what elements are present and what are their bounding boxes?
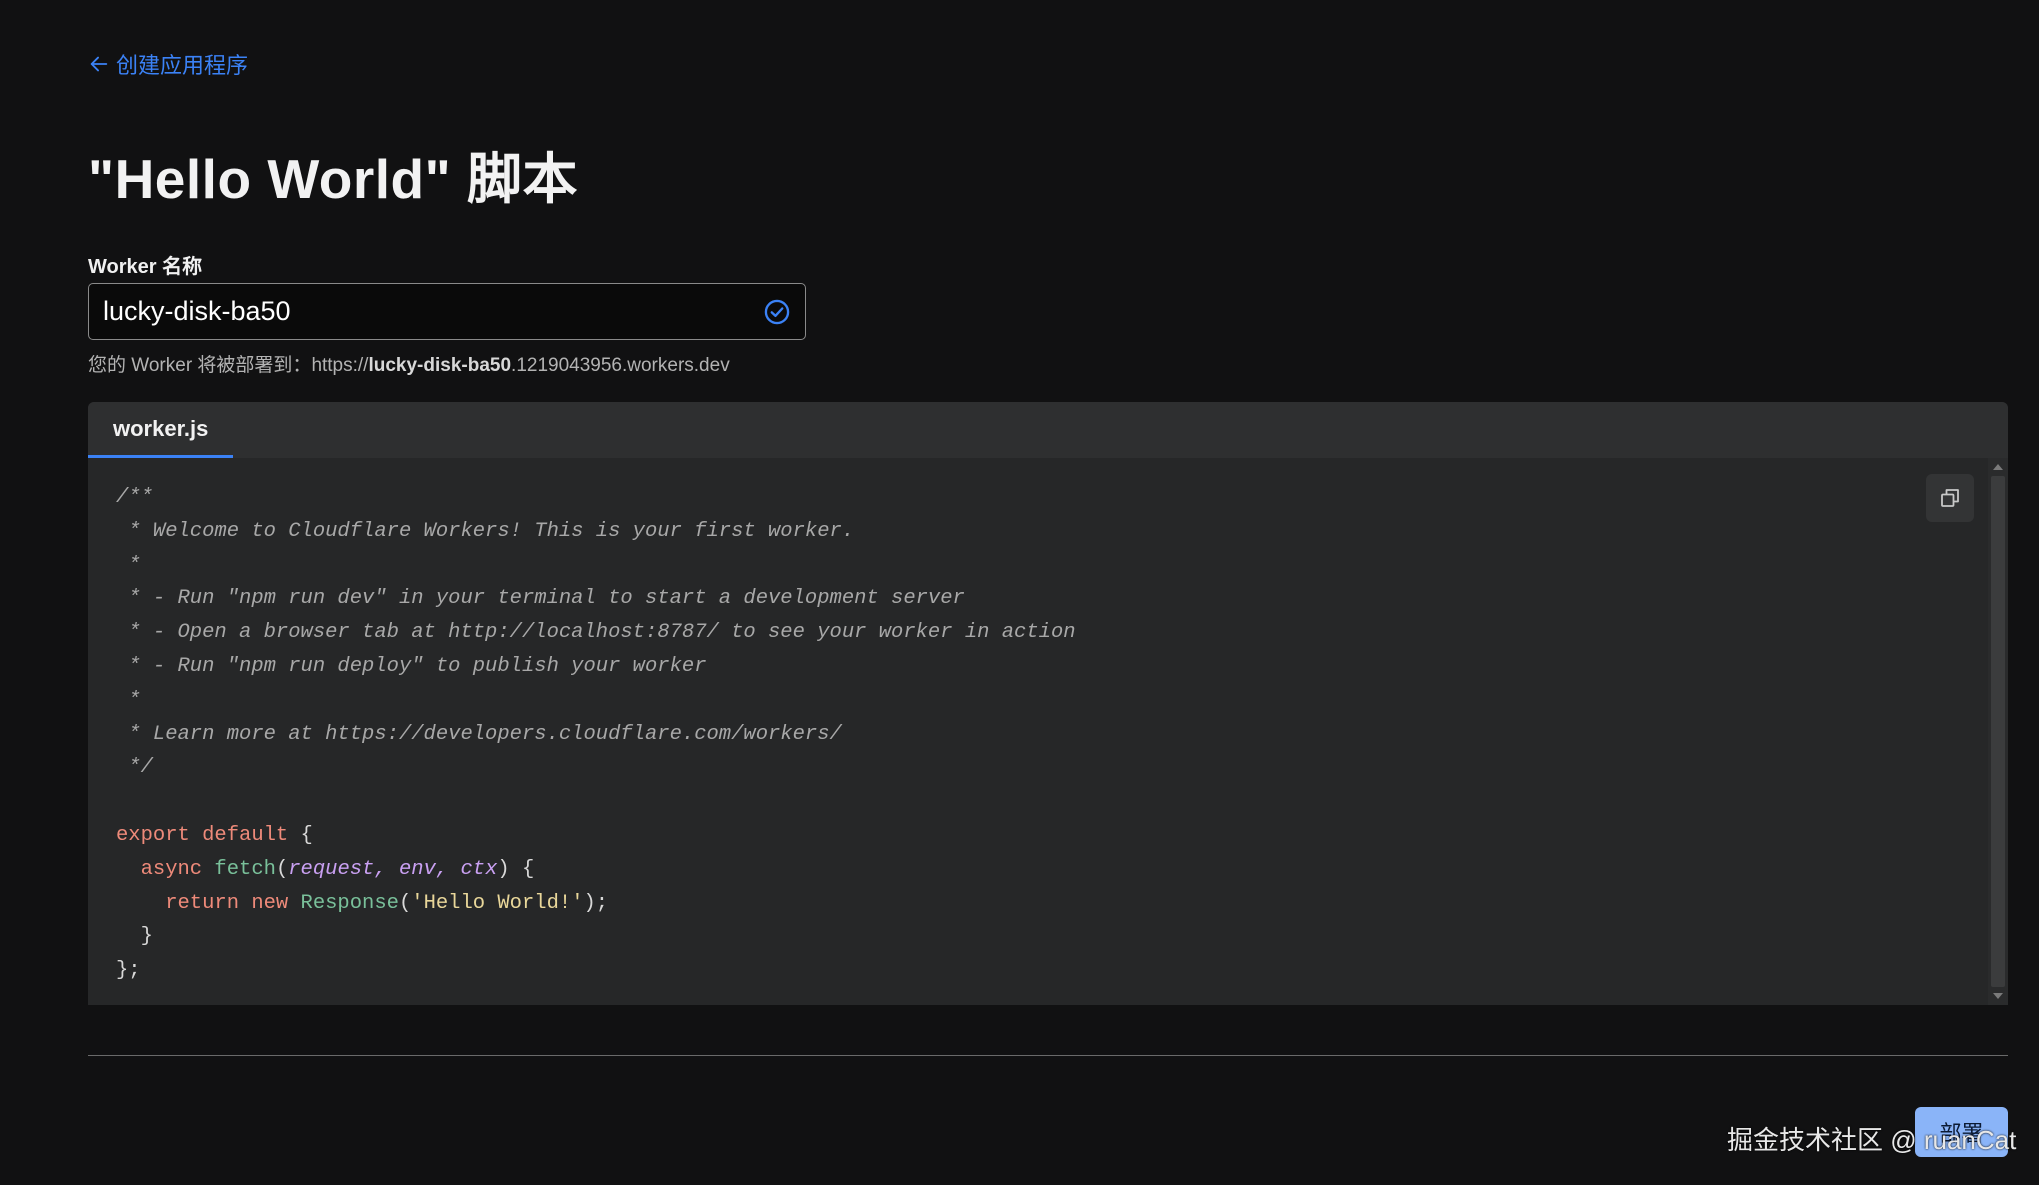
code-token: * - Open a browser tab at http://localho…	[116, 621, 1076, 645]
code-token: };	[116, 959, 141, 983]
code-token: * Welcome to Cloudflare Workers! This is…	[116, 519, 855, 543]
code-line: * Welcome to Cloudflare Workers! This is…	[116, 515, 1076, 549]
deploy-url-hint: 您的 Worker 将被部署到：https://lucky-disk-ba50.…	[88, 350, 730, 377]
code-token: return new	[116, 891, 301, 915]
code-token: request, env, ctx	[288, 857, 498, 881]
page: 创建应用程序 "Hello World" 脚本 Worker 名称 您的 Wor…	[0, 0, 2039, 1185]
arrow-left-icon	[90, 56, 108, 72]
code-content[interactable]: /** * Welcome to Cloudflare Workers! Thi…	[116, 481, 1076, 988]
deploy-url-name: lucky-disk-ba50	[368, 355, 512, 376]
divider	[88, 1055, 2008, 1056]
code-line: */	[116, 751, 1076, 785]
code-token: * - Run "npm run deploy" to publish your…	[116, 654, 707, 678]
deploy-url-suffix: .1219043956.workers.dev	[511, 355, 730, 376]
code-line: *	[116, 549, 1076, 583]
code-line: * - Run "npm run deploy" to publish your…	[116, 650, 1076, 684]
code-token: {	[288, 823, 313, 847]
code-line: return new Response('Hello World!');	[116, 887, 1076, 921]
code-token: );	[583, 891, 609, 915]
check-circle-icon	[764, 299, 790, 324]
code-line: /**	[116, 481, 1076, 515]
scroll-up-arrow-icon[interactable]	[1993, 464, 2003, 470]
code-token: *	[116, 688, 141, 712]
scroll-down-arrow-icon[interactable]	[1993, 993, 2003, 999]
worker-name-field	[88, 283, 806, 340]
watermark: 掘金技术社区 @ ruanCat	[1727, 1125, 2017, 1155]
code-token: * Learn more at https://developers.cloud…	[116, 722, 842, 746]
worker-name-label: Worker 名称	[88, 256, 203, 278]
editor-scrollbar[interactable]	[1988, 458, 2008, 1005]
page-title: "Hello World" 脚本	[88, 148, 578, 210]
back-link[interactable]: 创建应用程序	[88, 48, 248, 80]
editor-tabbar: worker.js	[88, 402, 2008, 458]
code-token: Response	[300, 891, 399, 915]
worker-name-input[interactable]	[89, 284, 763, 339]
code-editor: worker.js /** * Welcome to Cloudflare Wo…	[88, 402, 2008, 1005]
code-token: * - Run "npm run dev" in your terminal t…	[116, 587, 965, 611]
code-line: * - Open a browser tab at http://localho…	[116, 616, 1076, 650]
tab-worker-js[interactable]: worker.js	[88, 402, 234, 458]
code-token: async	[116, 857, 215, 881]
copy-button[interactable]	[1926, 474, 1974, 522]
code-token: 'Hello World!'	[411, 891, 584, 915]
code-line: };	[116, 954, 1076, 988]
code-token: fetch	[214, 857, 276, 881]
scrollbar-thumb[interactable]	[1991, 476, 2005, 987]
code-token: /**	[116, 486, 153, 509]
code-area[interactable]: /** * Welcome to Cloudflare Workers! Thi…	[88, 458, 2008, 1005]
copy-icon	[1941, 489, 1959, 507]
code-line: *	[116, 684, 1076, 718]
code-line: * Learn more at https://developers.cloud…	[116, 718, 1076, 752]
deploy-url-scheme: https://	[311, 355, 369, 376]
code-token: export default	[116, 823, 289, 847]
code-token: }	[116, 925, 153, 949]
deploy-hint-prefix: 您的 Worker 将被部署到：	[88, 355, 312, 376]
code-token: (	[275, 857, 289, 881]
code-line: * - Run "npm run dev" in your terminal t…	[116, 582, 1076, 616]
code-token: ) {	[497, 857, 535, 881]
code-token: */	[116, 756, 153, 780]
code-line: export default {	[116, 819, 1076, 853]
code-token: (	[398, 891, 412, 915]
code-line: }	[116, 920, 1076, 954]
code-token: *	[116, 553, 141, 577]
back-link-label: 创建应用程序	[116, 53, 249, 78]
code-line: async fetch(request, env, ctx) {	[116, 853, 1076, 887]
